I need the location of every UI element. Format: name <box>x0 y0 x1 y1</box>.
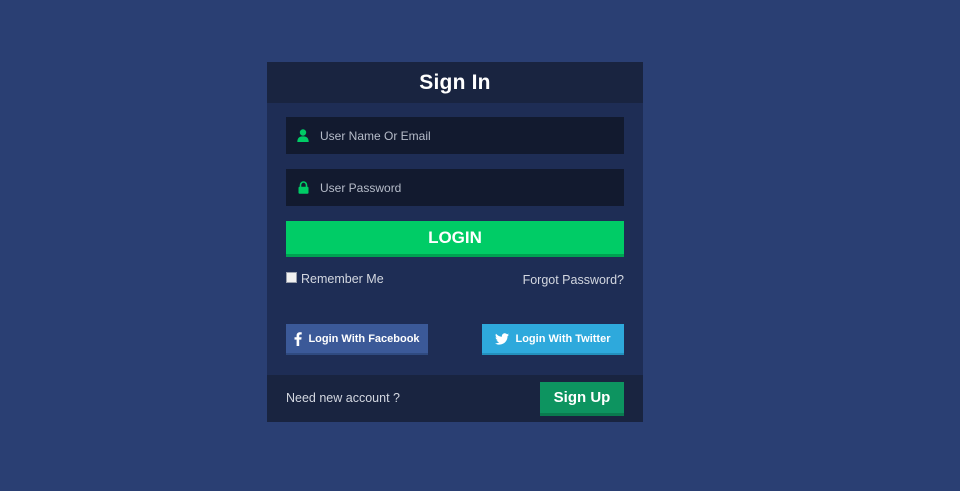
username-field[interactable] <box>286 117 624 154</box>
need-account-text: Need new account ? <box>286 391 400 405</box>
card-footer: Need new account ? Sign Up <box>267 375 643 422</box>
card-header: Sign In <box>267 62 643 103</box>
forgot-password-link[interactable]: Forgot Password? <box>523 273 624 287</box>
facebook-login-label: Login With Facebook <box>308 332 420 345</box>
signin-card: Sign In LOGIN Remember Me Forgot Passwor… <box>267 62 643 422</box>
remember-me-label: Remember Me <box>301 272 384 286</box>
password-field[interactable] <box>286 169 624 206</box>
remember-me[interactable]: Remember Me <box>286 271 384 286</box>
remember-me-checkbox[interactable] <box>286 271 297 283</box>
page-title: Sign In <box>419 70 491 94</box>
username-input[interactable] <box>320 117 624 154</box>
signup-button[interactable]: Sign Up <box>540 382 624 416</box>
password-input[interactable] <box>320 169 624 206</box>
twitter-login-button[interactable]: Login With Twitter <box>482 324 624 355</box>
user-icon <box>296 128 310 144</box>
facebook-login-button[interactable]: Login With Facebook <box>286 324 428 355</box>
login-button[interactable]: LOGIN <box>286 221 624 257</box>
facebook-icon <box>294 331 303 346</box>
lock-icon <box>296 180 310 196</box>
twitter-icon <box>495 332 510 345</box>
twitter-login-label: Login With Twitter <box>515 332 611 345</box>
